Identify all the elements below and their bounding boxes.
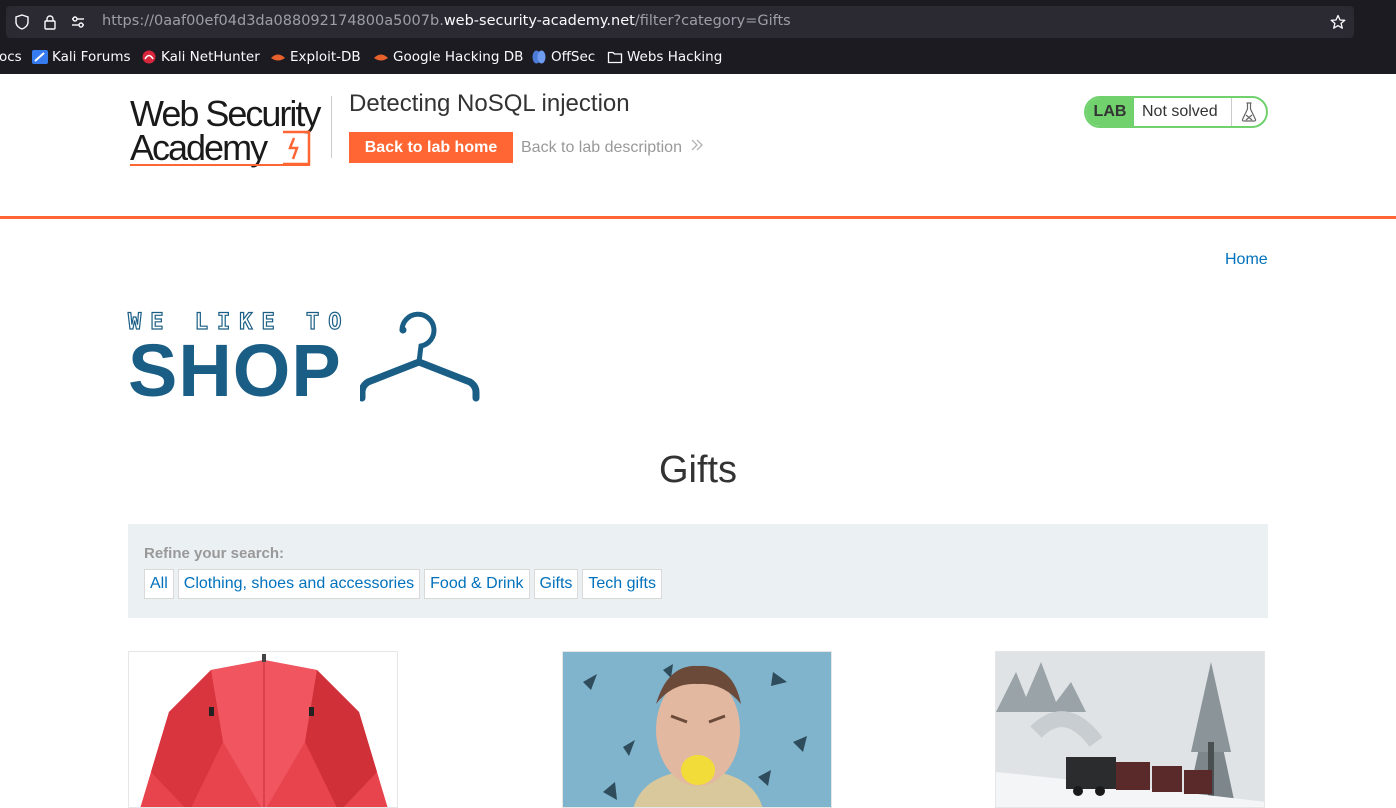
page-title: Gifts [658,449,738,491]
filter-tech-gifts[interactable]: Tech gifts [582,569,662,599]
man-biting-lemon-image [563,652,831,807]
product-image-train[interactable] [995,651,1265,808]
url-text[interactable]: https://0aaf00ef04d3da088092174800a5007b… [102,13,791,29]
logo-underline [130,164,310,166]
lab-status-text: Not solved [1134,98,1232,126]
bookmark-exploit-db[interactable]: Exploit-DB [270,49,361,65]
lab-header: Web Security Academy Detecting NoSQL inj… [0,74,1396,219]
product-image-umbrella[interactable] [128,651,398,808]
back-to-lab-home-button[interactable]: Back to lab home [349,132,513,163]
exploit-db-icon [271,54,285,61]
shield-icon[interactable] [14,14,30,30]
chevron-double-right-icon[interactable] [690,138,704,152]
browser-toolbar: https://0aaf00ef04d3da088092174800a5007b… [0,0,1396,74]
bookmark-kali-forums[interactable]: Kali Forums [32,49,131,65]
header-divider [331,96,332,158]
address-bar[interactable]: https://0aaf00ef04d3da088092174800a5007b… [6,6,1354,38]
filter-all[interactable]: All [144,569,174,599]
back-to-lab-description-link[interactable]: Back to lab description [521,139,682,157]
kali-nethunter-icon [142,50,156,64]
flask-icon [1232,98,1266,126]
google-hacking-db-icon [374,54,388,61]
folder-icon [607,51,623,64]
filter-food-drink[interactable]: Food & Drink [424,569,530,599]
bookmarks-bar: ocs Kali Forums Kali NetHunter Exploit-D… [0,44,1396,72]
filter-gifts[interactable]: Gifts [533,569,579,599]
category-filters: All Clothing, shoes and accessories Food… [144,569,662,599]
red-umbrella-image [129,652,397,807]
bookmark-docs[interactable]: ocs [0,49,22,65]
filter-panel: Refine your search: All Clothing, shoes … [128,524,1268,618]
lock-icon[interactable] [42,14,58,30]
lab-title: Detecting NoSQL injection [349,90,630,117]
permissions-icon[interactable] [70,14,86,30]
home-link[interactable]: Home [1225,251,1268,269]
offsec-icon [532,50,546,64]
bookmark-kali-nethunter[interactable]: Kali NetHunter [141,49,260,65]
academy-logo-mark [283,130,311,166]
web-security-academy-logo[interactable]: Web Security Academy [130,96,330,166]
bookmark-webs-hacking[interactable]: Webs Hacking [607,49,722,65]
snowy-steam-train-image [996,652,1264,807]
refine-search-label: Refine your search: [144,545,285,562]
lab-status-widget: LAB Not solved [1084,96,1268,128]
filter-clothing[interactable]: Clothing, shoes and accessories [177,569,421,599]
hanger-icon [360,311,480,402]
product-image-lemon[interactable] [562,651,832,808]
bookmark-offsec[interactable]: OffSec [531,49,595,65]
bookmark-star-icon[interactable] [1330,14,1346,30]
lab-badge: LAB [1086,98,1134,126]
we-like-to-shop-logo: WE LIKE TO SHOP [127,309,488,412]
kali-forums-icon [32,50,48,64]
shop-logo-word: SHOP [128,329,342,412]
bookmark-google-hacking-db[interactable]: Google Hacking DB [373,49,523,65]
